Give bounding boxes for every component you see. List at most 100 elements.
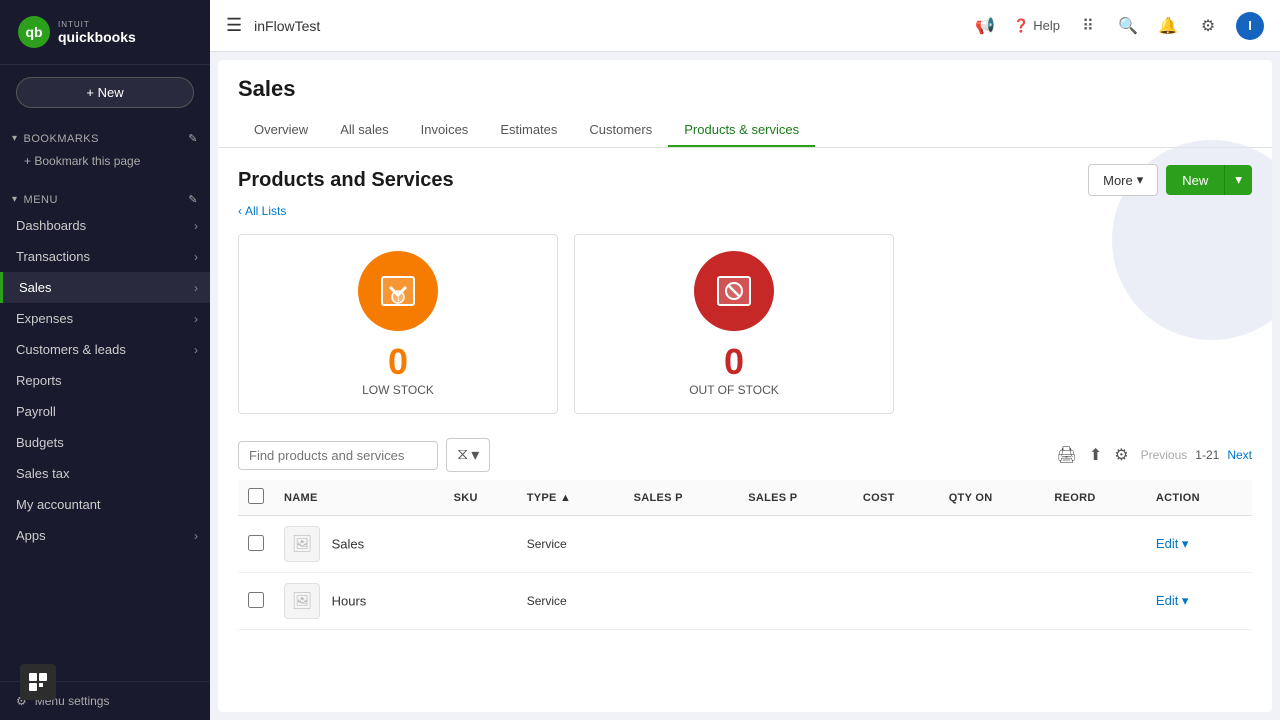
chevron-down-icon: ▾ [12,133,18,144]
chevron-down-icon: ▾ [1235,172,1242,187]
settings-icon[interactable]: ⚙ [1114,445,1128,465]
megaphone-icon[interactable]: 📢 [973,14,997,38]
new-product-dropdown-button[interactable]: ▾ [1224,165,1252,195]
product-cost [853,573,939,630]
new-button[interactable]: + New [16,77,194,108]
hamburger-icon[interactable]: ☰ [226,15,242,36]
sidebar-item-customers-leads[interactable]: Customers & leads › [0,334,210,365]
col-sales-price: SALES P [624,480,739,516]
menu-label: MENU [24,194,58,206]
product-sku [444,573,517,630]
edit-button[interactable]: Edit ▾ [1156,593,1189,608]
low-stock-card[interactable]: ↓ 0 LOW STOCK [238,234,558,414]
products-actions: More ▾ New ▾ [1088,164,1252,196]
search-icon[interactable]: 🔍 [1116,14,1140,38]
more-button[interactable]: More ▾ [1088,164,1158,196]
quickbooks-label: quickbooks [58,29,136,45]
product-type: Service [517,516,624,573]
edit-bookmarks-icon[interactable]: ✎ [188,132,198,145]
sales-title: Sales [238,76,1252,102]
tab-estimates[interactable]: Estimates [484,114,573,147]
col-name: NAME [274,480,444,516]
row-checkbox[interactable] [248,535,264,551]
sales-header: Sales Overview All sales Invoices Estima… [218,60,1272,148]
tab-all-sales[interactable]: All sales [324,114,404,147]
out-of-stock-count: 0 [724,341,744,383]
out-of-stock-label: OUT OF STOCK [689,383,779,397]
help-button[interactable]: ❓ Help [1013,18,1060,34]
avatar[interactable]: I [1236,12,1264,40]
sidebar-item-sales[interactable]: Sales › [0,272,210,303]
low-stock-icon: ↓ [358,251,438,331]
product-sales-price [624,516,739,573]
app-icon [20,664,56,700]
sidebar-item-apps[interactable]: Apps › [0,520,210,551]
bookmark-page-label: + Bookmark this page [24,154,140,168]
sales-label: Sales [19,280,52,295]
previous-button[interactable]: Previous [1141,448,1188,462]
sidebar-item-reports[interactable]: Reports [0,365,210,396]
product-sales-desc [738,516,853,573]
reports-label: Reports [16,373,62,388]
budgets-label: Budgets [16,435,64,450]
row-checkbox[interactable] [248,592,264,608]
next-button[interactable]: Next [1227,448,1252,462]
products-table: NAME SKU TYPE ▲ SALES P SALES P COST QTY… [238,480,1252,630]
out-of-stock-card[interactable]: 0 OUT OF STOCK [574,234,894,414]
main-wrapper: ☰ inFlowTest 📢 ❓ Help ⠿ 🔍 🔔 ⚙ I Sales Ov… [210,0,1280,720]
chevron-right-icon: › [194,529,198,543]
col-type: TYPE ▲ [517,480,624,516]
sidebar-item-my-accountant[interactable]: My accountant [0,489,210,520]
table-actions: 🖨 ⬆ ⚙ Previous 1-21 Next [1057,445,1252,465]
search-input[interactable] [238,441,438,470]
apps-label: Apps [16,528,46,543]
sidebar-item-transactions[interactable]: Transactions › [0,241,210,272]
chevron-right-icon: › [194,281,198,295]
product-sku [444,516,517,573]
select-all-checkbox[interactable] [248,488,264,504]
product-qty [939,516,1045,573]
all-lists-link[interactable]: ‹ All Lists [238,204,1252,218]
product-thumbnail: 🖼 [284,583,320,619]
edit-button[interactable]: Edit ▾ [1156,536,1189,551]
low-stock-label: LOW STOCK [362,383,434,397]
edit-menu-icon[interactable]: ✎ [188,193,198,206]
products-title: Products and Services [238,169,454,192]
col-cost: COST [853,480,939,516]
col-qty: QTY ON [939,480,1045,516]
products-header-row: Products and Services More ▾ New ▾ [238,164,1252,196]
sidebar-item-dashboards[interactable]: Dashboards › [0,210,210,241]
print-icon[interactable]: 🖨 [1057,445,1077,465]
help-label: Help [1033,18,1060,33]
table-toolbar: ⧖ ▾ 🖨 ⬆ ⚙ Previous 1-21 Next [238,438,1252,472]
sidebar-item-payroll[interactable]: Payroll [0,396,210,427]
low-stock-count: 0 [388,341,408,383]
payroll-label: Payroll [16,404,56,419]
tab-overview[interactable]: Overview [238,114,324,147]
bell-icon[interactable]: 🔔 [1156,14,1180,38]
sales-tabs: Overview All sales Invoices Estimates Cu… [238,114,1252,147]
tab-customers[interactable]: Customers [573,114,668,147]
tab-invoices[interactable]: Invoices [405,114,485,147]
product-thumbnail: 🖼 [284,526,320,562]
export-icon[interactable]: ⬆ [1089,445,1102,465]
chevron-down-icon: ▾ [12,194,18,205]
table-row: 🖼 Sales Service Edit ▾ [238,516,1252,573]
new-product-button[interactable]: New [1166,165,1224,195]
filter-button[interactable]: ⧖ ▾ [446,438,490,472]
sidebar-item-budgets[interactable]: Budgets [0,427,210,458]
bookmarks-header: ▾ BOOKMARKS ✎ [0,128,210,149]
bookmark-page-item[interactable]: + Bookmark this page [0,149,210,173]
sidebar: qb intuit quickbooks + New ▾ BOOKMARKS ✎… [0,0,210,720]
menu-header: ▾ MENU ✎ [0,189,210,210]
products-content: Products and Services More ▾ New ▾ [218,148,1272,712]
sidebar-item-sales-tax[interactable]: Sales tax [0,458,210,489]
sidebar-item-expenses[interactable]: Expenses › [0,303,210,334]
tab-products-services[interactable]: Products & services [668,114,815,147]
product-reorder [1044,573,1146,630]
gear-icon[interactable]: ⚙ [1196,14,1220,38]
pagination-range: 1-21 [1195,448,1219,462]
filter-icon: ⧖ [457,446,468,464]
apps-grid-icon[interactable]: ⠿ [1076,14,1100,38]
product-qty [939,573,1045,630]
